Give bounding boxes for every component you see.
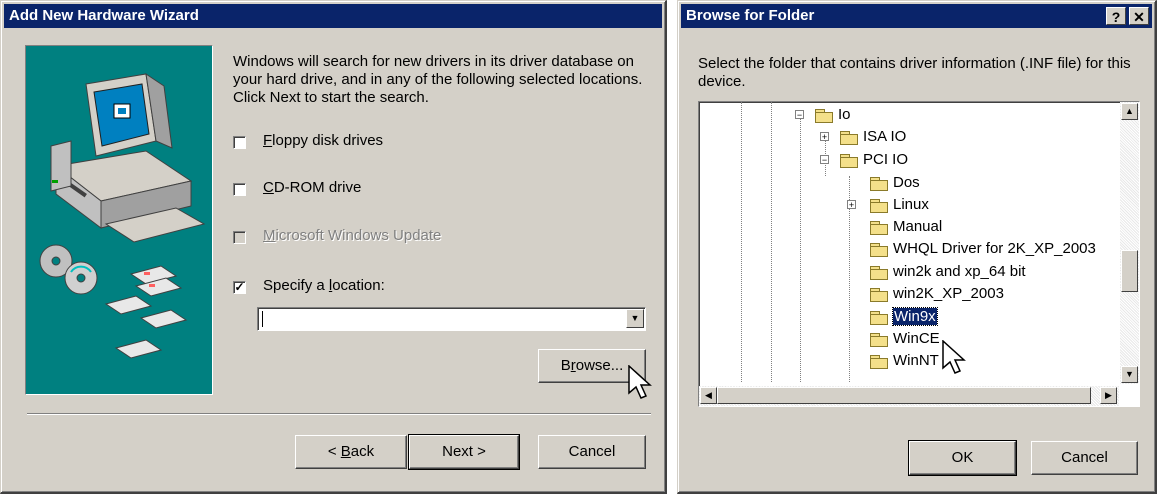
folder-icon [870, 287, 888, 302]
ok-button[interactable]: OK [908, 440, 1017, 476]
folder-icon [840, 130, 858, 145]
windows-update-checkbox [233, 231, 246, 244]
folder-icon [870, 332, 888, 347]
check-mark-icon: ✓ [234, 280, 245, 294]
specify-location-checkbox[interactable]: ✓ [233, 281, 246, 294]
floppy-checkbox[interactable] [233, 136, 246, 149]
collapse-icon[interactable]: − [820, 155, 829, 165]
scroll-down-button[interactable]: ▼ [1121, 366, 1138, 383]
tree-item-isa-io[interactable]: + ISA IO [820, 126, 906, 148]
computer-cds-illustration-icon [39, 72, 206, 359]
browse-cancel-button[interactable]: Cancel [1031, 441, 1138, 475]
mouse-cursor-icon [942, 340, 966, 374]
wizard-cancel-button[interactable]: Cancel [538, 435, 646, 469]
horizontal-scroll-thumb[interactable] [717, 387, 1091, 404]
add-hardware-wizard-window: Add New Hardware Wizard Windows will sea… [0, 0, 667, 494]
tree-item-winnt[interactable]: WinNT [870, 350, 939, 372]
expand-icon[interactable]: + [820, 132, 829, 142]
location-dropdown-button[interactable]: ▼ [626, 309, 644, 328]
location-combobox[interactable]: ▼ [257, 307, 646, 331]
folder-icon [870, 198, 888, 213]
arrow-down-icon: ▼ [1125, 369, 1134, 379]
wizard-separator [27, 413, 651, 415]
tree-item-whql-driver[interactable]: WHQL Driver for 2K_XP_2003 [870, 238, 1096, 260]
folder-icon [870, 242, 888, 257]
scroll-up-button[interactable]: ▲ [1121, 103, 1138, 120]
chevron-down-icon: ▼ [630, 313, 640, 323]
help-button[interactable]: ? [1106, 7, 1126, 25]
floppy-label[interactable]: Floppy disk drives [263, 132, 383, 149]
tree-item-pci-io[interactable]: − PCI IO [820, 149, 908, 171]
location-value[interactable] [262, 311, 263, 327]
tree-item-linux[interactable]: + Linux [847, 194, 929, 216]
cdrom-label[interactable]: CD-ROM drive [263, 179, 361, 196]
help-icon: ? [1111, 9, 1121, 25]
tree-item-dos[interactable]: Dos [870, 172, 920, 194]
scroll-thumb[interactable] [1121, 250, 1138, 292]
specify-location-label[interactable]: Specify a location: [263, 277, 385, 294]
horizontal-scrollbar[interactable]: ◀ ▶ [699, 386, 1119, 406]
cdrom-checkbox[interactable] [233, 183, 246, 196]
wizard-description: Windows will search for new drivers in i… [233, 53, 643, 106]
tree-item-win2k-xp64[interactable]: win2k and xp_64 bit [870, 261, 1026, 283]
expand-icon[interactable]: + [847, 200, 856, 210]
tree-item-win9x[interactable]: Win9x [870, 306, 938, 328]
mouse-cursor-icon [628, 365, 652, 399]
selected-label: Win9x [892, 307, 938, 326]
close-icon: ✕ [1133, 9, 1145, 25]
back-button[interactable]: < Back [295, 435, 407, 469]
arrow-right-icon: ▶ [1105, 390, 1112, 400]
scroll-right-button[interactable]: ▶ [1100, 387, 1117, 404]
wizard-illustration [25, 45, 213, 395]
vertical-scrollbar[interactable]: ▲ ▼ [1120, 102, 1139, 384]
folder-icon [870, 265, 888, 280]
browse-title: Browse for Folder [686, 7, 815, 24]
wizard-title: Add New Hardware Wizard [9, 7, 199, 24]
wizard-title-bar[interactable]: Add New Hardware Wizard [4, 4, 662, 28]
browse-title-bar[interactable]: Browse for Folder ? ✕ [681, 4, 1152, 28]
folder-open-icon [815, 108, 833, 123]
folder-icon [870, 220, 888, 235]
tree-item-win2k-xp-2003[interactable]: win2K_XP_2003 [870, 283, 1004, 305]
tree-item-wince[interactable]: WinCE [870, 328, 940, 350]
scroll-left-button[interactable]: ◀ [700, 387, 717, 404]
browse-for-folder-window: Browse for Folder ? ✕ Select the folder … [677, 0, 1157, 494]
folder-open-icon [870, 310, 888, 325]
arrow-up-icon: ▲ [1125, 106, 1134, 116]
next-button[interactable]: Next > [408, 434, 520, 470]
folder-icon [870, 354, 888, 369]
arrow-left-icon: ◀ [705, 390, 712, 400]
folder-open-icon [840, 153, 858, 168]
windows-update-label: Microsoft Windows Update [263, 227, 442, 244]
browse-instruction: Select the folder that contains driver i… [698, 55, 1131, 90]
folder-tree-view[interactable]: − Io + ISA IO − PCI IO Dos + Linux Manua… [698, 101, 1140, 407]
folder-icon [870, 176, 888, 191]
close-button[interactable]: ✕ [1129, 7, 1149, 25]
collapse-icon[interactable]: − [795, 110, 804, 120]
tree-item-io[interactable]: − Io [795, 104, 851, 126]
tree-item-manual[interactable]: Manual [870, 216, 942, 238]
